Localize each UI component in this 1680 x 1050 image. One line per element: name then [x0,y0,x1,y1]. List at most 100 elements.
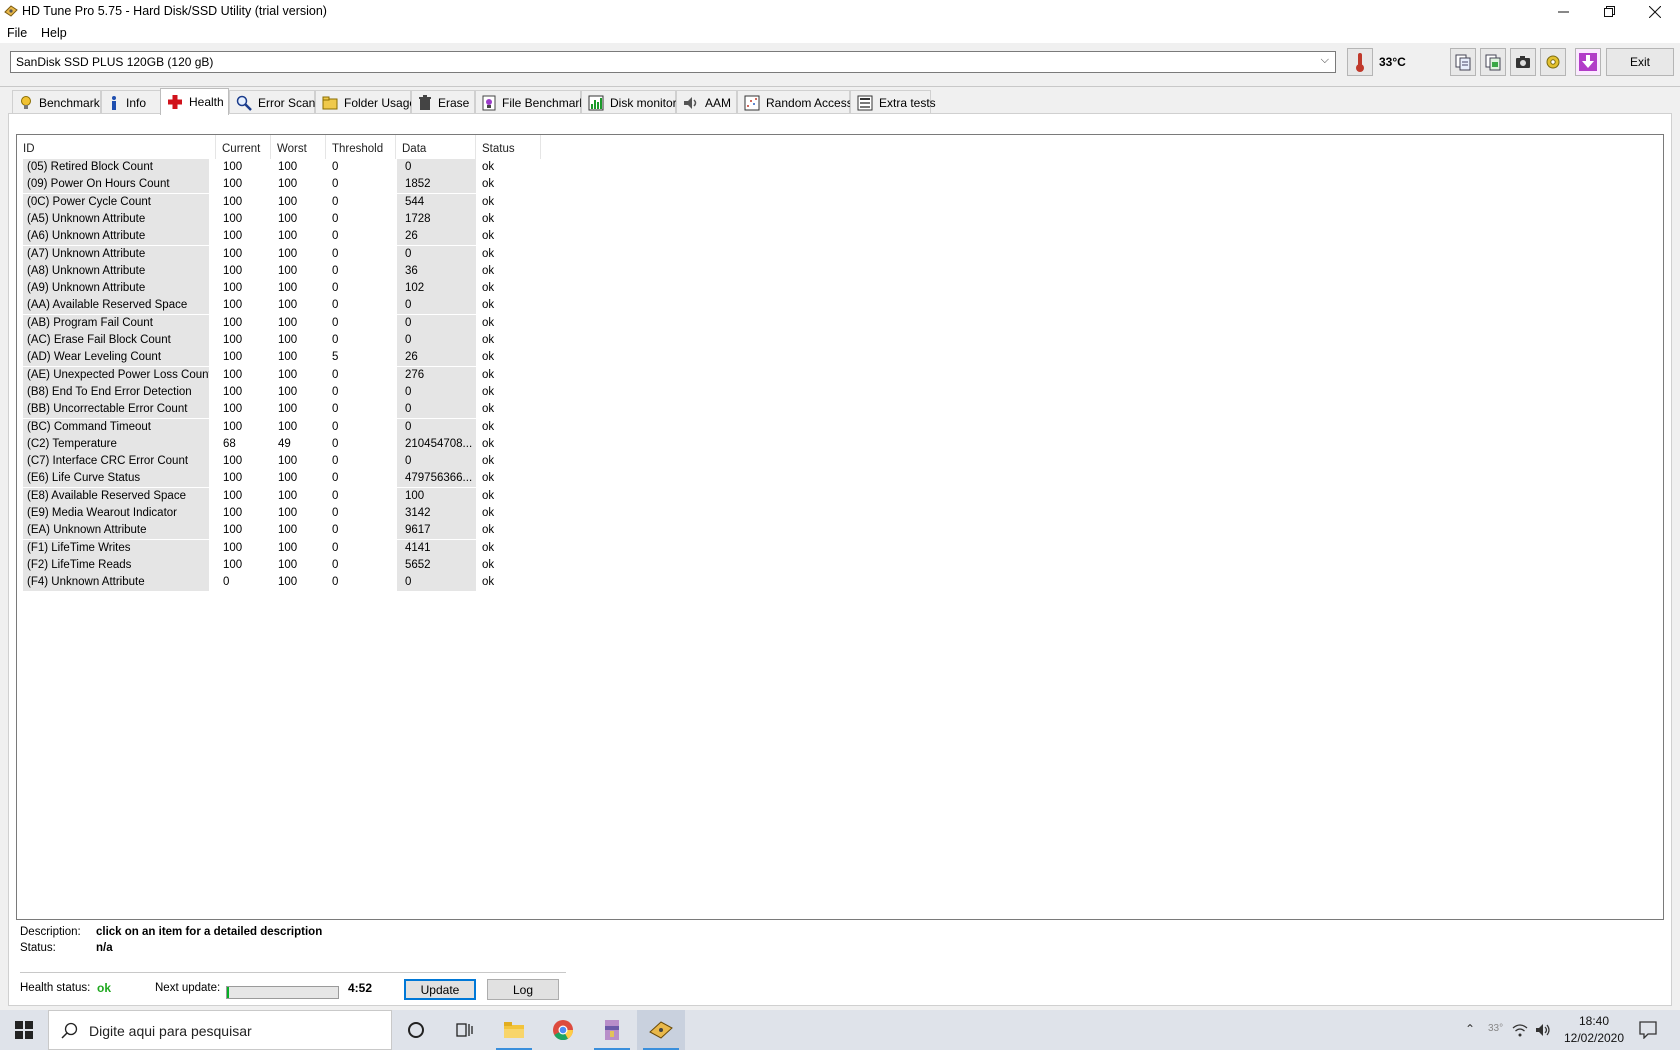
description-label: Description: [20,926,81,938]
worst-cell: 100 [278,507,298,519]
table-row[interactable]: (0C) Power Cycle Count 100 100 0 544 ok [17,193,617,211]
table-row[interactable]: (AA) Available Reserved Space 100 100 0 0 ok [17,297,617,315]
attribute-id-cell: (A6) Unknown Attribute [23,228,209,246]
tab-aam[interactable]: AAM [676,90,737,114]
worst-cell: 100 [278,178,298,191]
taskbar-winrar[interactable] [588,1010,636,1050]
data-cell: 26 [397,228,476,246]
restore-button[interactable] [1586,0,1632,23]
screenshot-button[interactable] [1510,48,1536,76]
minimize-button[interactable] [1540,0,1586,23]
cortana-button[interactable] [392,1010,440,1050]
taskbar-search-box[interactable]: Digite aqui para pesquisar [48,1010,392,1050]
log-button[interactable]: Log [487,979,559,1000]
data-cell: 0 [397,314,476,332]
table-row[interactable]: (F4) Unknown Attribute 0 100 0 0 ok [17,574,617,592]
smart-attribute-table[interactable]: ID Current Worst Threshold Data Status (… [16,134,1664,920]
attribute-id-cell: (C2) Temperature [23,435,209,453]
table-row[interactable]: (A6) Unknown Attribute 100 100 0 26 ok [17,228,617,246]
tab-error-scan[interactable]: Error Scan [229,90,315,114]
taskbar-chrome[interactable] [539,1010,587,1050]
table-row[interactable]: (AD) Wear Leveling Count 100 100 5 26 ok [17,349,617,367]
table-row[interactable]: (09) Power On Hours Count 100 100 0 1852 ok [17,176,617,194]
table-row[interactable]: (A9) Unknown Attribute 100 100 0 102 ok [17,280,617,298]
column-header-data[interactable]: Data [396,135,476,159]
threshold-cell: 0 [332,247,339,260]
tab-erase[interactable]: Erase [411,90,475,114]
volume-icon[interactable] [1535,1022,1551,1038]
attribute-id-cell: (EA) Unknown Attribute [23,522,209,540]
column-header-current[interactable]: Current [216,135,271,159]
close-button[interactable] [1632,0,1678,23]
table-row[interactable]: (BB) Uncorrectable Error Count 100 100 0 0 ok [17,401,617,419]
table-row[interactable]: (F1) LifeTime Writes 100 100 0 4141 ok [17,539,617,557]
table-row[interactable]: (E9) Media Wearout Indicator 100 100 0 3142 o… [17,505,617,522]
tab-disk-monitor[interactable]: Disk monitor [581,90,677,114]
drive-select[interactable]: SanDisk SSD PLUS 120GB (120 gB) ⌵ [10,51,1336,73]
menu-file[interactable]: File [7,26,27,40]
title-bar: HD Tune Pro 5.75 - Hard Disk/SSD Utility… [0,0,1680,23]
copy-text-button[interactable] [1450,48,1476,76]
tab-random-access[interactable]: Random Access [737,90,853,114]
tab-label: Health [189,95,224,109]
tab-benchmark[interactable]: Benchmark [12,90,101,114]
taskbar-hd-tune[interactable] [637,1010,685,1050]
tab-folder-usage[interactable]: Folder Usage [315,90,416,114]
tab-info[interactable]: Info [101,90,163,114]
data-cell: 0 [397,418,476,436]
tab-health[interactable]: Health [160,88,229,115]
update-button[interactable]: Update [404,979,476,1000]
status-cell: ok [482,247,495,260]
menu-help[interactable]: Help [41,26,67,40]
worst-cell: 100 [278,195,298,208]
start-button[interactable] [0,1010,48,1050]
table-row[interactable]: (05) Retired Block Count 100 100 0 0 ok [17,159,617,176]
status-cell: ok [482,385,495,398]
column-header-id[interactable]: ID [17,135,216,159]
task-view-button[interactable] [440,1010,488,1050]
table-row[interactable]: (A7) Unknown Attribute 100 100 0 0 ok [17,245,617,263]
threshold-cell: 0 [332,455,339,468]
taskbar-file-explorer[interactable] [490,1010,538,1050]
chart-icon [588,95,604,110]
table-row[interactable]: (A8) Unknown Attribute 100 100 0 36 ok [17,262,617,280]
download-arrow-icon [1579,53,1597,71]
wifi-icon[interactable] [1512,1022,1528,1038]
table-row[interactable]: (AC) Erase Fail Block Count 100 100 0 0 ok [17,332,617,349]
copy-results-button[interactable] [1480,48,1506,76]
tab-file-benchmark[interactable]: File Benchmark [475,90,585,114]
tab-extra-tests[interactable]: Extra tests [850,90,936,114]
column-header-worst[interactable]: Worst [271,135,326,159]
table-row[interactable]: (C2) Temperature 68 49 0 210454708... ok [17,435,617,453]
options-button[interactable] [1540,48,1566,76]
column-header-status[interactable]: Status [476,135,541,159]
threshold-cell: 0 [332,282,339,295]
tray-weather-temp[interactable]: 33° [1488,1023,1503,1034]
description-value: click on an item for a detailed descript… [96,926,323,938]
gear-icon [1546,55,1560,69]
tray-clock[interactable]: 18:40 12/02/2020 [1554,1013,1634,1047]
current-cell: 100 [223,489,243,502]
table-row[interactable]: (AB) Program Fail Count 100 100 0 0 ok [17,314,617,332]
notifications-icon[interactable] [1639,1021,1657,1039]
exit-button[interactable]: Exit [1606,48,1674,76]
attribute-id-cell: (F1) LifeTime Writes [23,539,209,557]
save-button[interactable] [1575,48,1601,76]
threshold-cell: 5 [332,351,339,364]
copy-results-icon [1485,54,1501,71]
table-row[interactable]: (B8) End To End Error Detection 100 100 0 0 o… [17,383,617,401]
worst-cell: 100 [278,351,298,364]
table-row[interactable]: (E8) Available Reserved Space 100 100 0 100 o… [17,487,617,505]
column-header-threshold[interactable]: Threshold [326,135,396,159]
table-row[interactable]: (AE) Unexpected Power Loss Count 100 100 0 2… [17,366,617,384]
table-row[interactable]: (EA) Unknown Attribute 100 100 0 9617 ok [17,522,617,540]
tray-chevron-up-icon[interactable]: ⌃ [1465,1022,1475,1036]
table-row[interactable]: (A5) Unknown Attribute 100 100 0 1728 ok [17,210,617,228]
table-row[interactable]: (F2) LifeTime Reads 100 100 0 5652 ok [17,556,617,574]
data-cell: 0 [397,297,476,315]
table-row[interactable]: (E6) Life Curve Status 100 100 0 479756366..… [17,470,617,488]
threshold-cell: 0 [332,403,339,416]
table-row[interactable]: (C7) Interface CRC Error Count 100 100 0 0 ok [17,453,617,471]
attribute-id-cell: (09) Power On Hours Count [23,176,209,194]
table-row[interactable]: (BC) Command Timeout 100 100 0 0 ok [17,418,617,436]
